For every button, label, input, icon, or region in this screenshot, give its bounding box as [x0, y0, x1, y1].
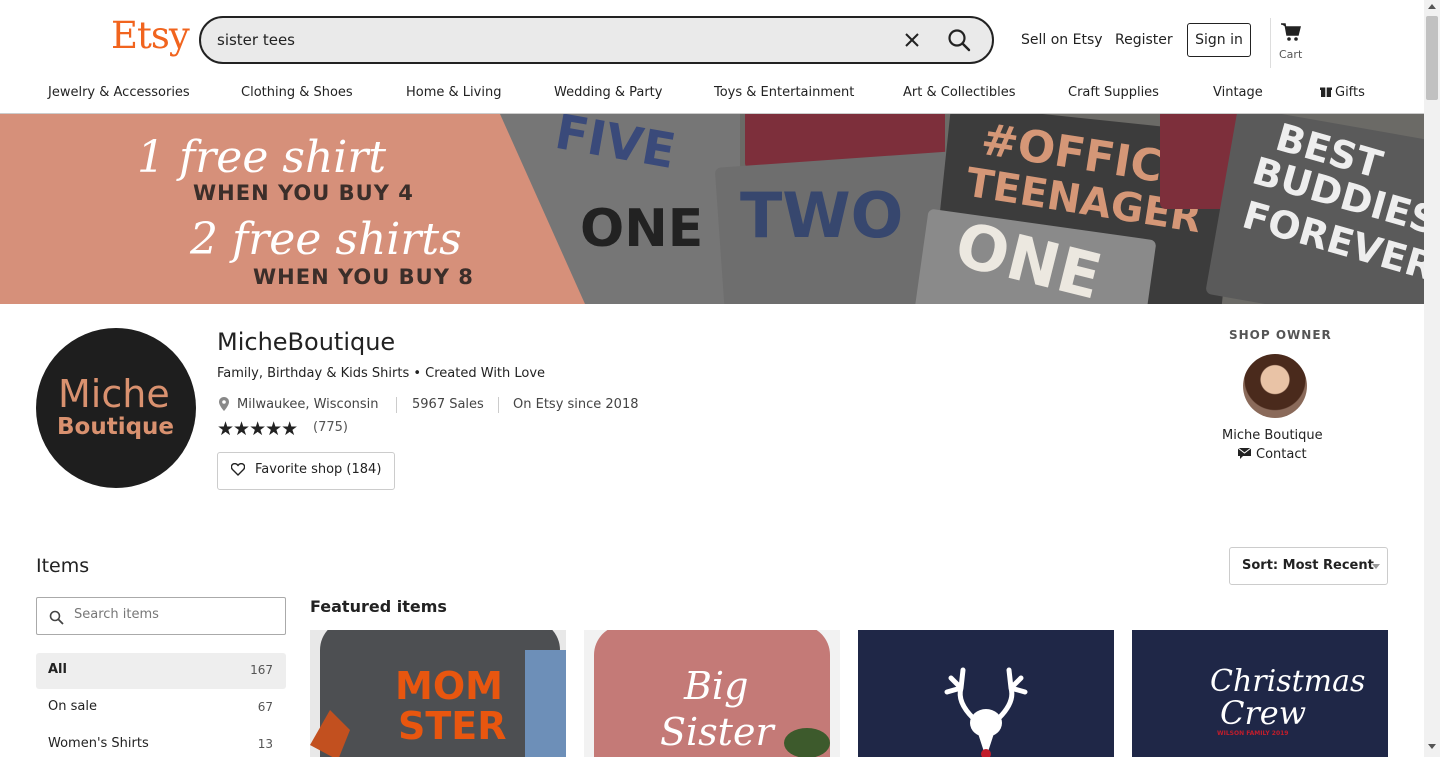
- shop-tagline: Family, Birthday & Kids Shirts • Created…: [217, 366, 546, 381]
- plant-decoration: [784, 728, 830, 757]
- cart-icon: [1281, 23, 1301, 41]
- promo-subline-1: WHEN YOU BUY 4: [193, 181, 414, 205]
- scroll-thumb[interactable]: [1426, 16, 1438, 100]
- section-name: All: [48, 662, 67, 677]
- featured-item-card[interactable]: [858, 630, 1114, 757]
- category-clothing[interactable]: Clothing & Shoes: [241, 85, 353, 100]
- banner-shirt-text: ONE: [580, 199, 704, 259]
- search-items-field: [36, 597, 286, 635]
- shop-location: Milwaukee, Wisconsin: [237, 397, 379, 412]
- item-text-2: STER: [398, 704, 507, 748]
- owner-avatar[interactable]: [1243, 354, 1307, 418]
- item-text-3: WILSON FAMILY 2019: [1217, 730, 1289, 737]
- search-icon[interactable]: [946, 27, 972, 53]
- review-count[interactable]: (775): [313, 420, 348, 435]
- featured-item-card[interactable]: Big Sister: [584, 630, 840, 757]
- category-craft[interactable]: Craft Supplies: [1068, 85, 1159, 100]
- sell-on-etsy-link[interactable]: Sell on Etsy: [1021, 32, 1103, 48]
- promo-subline-2: WHEN YOU BUY 8: [253, 265, 474, 289]
- sort-label: Sort: Most Recent: [1242, 558, 1374, 573]
- promo-headline-2: 2 free shirts: [190, 214, 462, 265]
- search-bar: [199, 16, 994, 64]
- search-items-input[interactable]: [74, 607, 274, 622]
- clear-search-icon[interactable]: [901, 29, 923, 51]
- promo-headline-1: 1 free shirt: [137, 132, 387, 183]
- category-art[interactable]: Art & Collectibles: [903, 85, 1015, 100]
- category-nav: Jewelry & Accessories Clothing & Shoes H…: [0, 80, 1424, 114]
- featured-item-card[interactable]: MOM STER: [310, 630, 566, 757]
- section-womens-shirts[interactable]: Women's Shirts 13: [36, 727, 286, 757]
- owner-name[interactable]: Miche Boutique: [1222, 428, 1323, 443]
- category-gifts[interactable]: Gifts: [1320, 85, 1365, 100]
- etsy-logo[interactable]: Etsy: [111, 14, 190, 57]
- meta-divider: [396, 397, 397, 413]
- shop-logo-text-1: Miche: [58, 372, 170, 416]
- category-toys[interactable]: Toys & Entertainment: [714, 85, 854, 100]
- section-count: 167: [250, 663, 273, 677]
- sign-in-button[interactable]: Sign in: [1187, 23, 1251, 57]
- reindeer-graphic: [944, 667, 1028, 757]
- featured-items-heading: Featured items: [310, 597, 447, 616]
- search-icon: [49, 610, 64, 625]
- section-all[interactable]: All 167: [36, 653, 286, 689]
- scroll-up-arrow-icon[interactable]: [1428, 4, 1436, 9]
- category-vintage[interactable]: Vintage: [1213, 85, 1263, 100]
- heart-icon: [231, 463, 245, 476]
- favorite-shop-label: Favorite shop (184): [255, 462, 382, 477]
- item-text-1: MOM: [395, 664, 503, 708]
- location-pin-icon: [219, 397, 229, 411]
- sort-dropdown[interactable]: Sort: Most Recent: [1229, 547, 1388, 585]
- chevron-down-icon: [1372, 564, 1380, 569]
- banner-shirt-text: TWO: [740, 179, 904, 252]
- gift-icon: [1320, 87, 1332, 97]
- cart-label: Cart: [1279, 48, 1303, 61]
- items-heading: Items: [36, 555, 90, 577]
- contact-owner-link[interactable]: Contact: [1237, 447, 1307, 462]
- header: Etsy Sell on Etsy Register Sign in Cart: [0, 0, 1424, 80]
- search-input[interactable]: [217, 31, 877, 49]
- section-count: 67: [257, 700, 273, 714]
- featured-item-card[interactable]: Christmas Crew WILSON FAMILY 2019: [1132, 630, 1388, 757]
- meta-divider: [498, 397, 499, 413]
- category-home[interactable]: Home & Living: [406, 85, 501, 100]
- cart-button[interactable]: Cart: [1270, 18, 1310, 68]
- item-text-2: Crew: [1220, 694, 1307, 732]
- category-gifts-label: Gifts: [1335, 85, 1365, 100]
- shop-banner: FIVE ONE TWO #OFFICIAL TEENAGER ONE BEST…: [0, 114, 1424, 304]
- category-jewelry[interactable]: Jewelry & Accessories: [48, 85, 190, 100]
- shop-name: MicheBoutique: [217, 328, 396, 356]
- scroll-down-arrow-icon[interactable]: [1428, 744, 1436, 749]
- item-text-1: Big: [684, 664, 749, 708]
- page-scrollbar[interactable]: [1424, 0, 1440, 757]
- rating-stars[interactable]: ★★★★★: [217, 418, 298, 440]
- denim-decoration: [525, 650, 566, 757]
- shop-logo: Miche Boutique: [36, 328, 196, 488]
- shop-since: On Etsy since 2018: [513, 397, 639, 412]
- item-text-2: Sister: [660, 710, 774, 754]
- contact-label: Contact: [1256, 447, 1307, 462]
- category-wedding[interactable]: Wedding & Party: [554, 85, 662, 100]
- section-on-sale[interactable]: On sale 67: [36, 690, 286, 726]
- section-name: On sale: [48, 699, 97, 714]
- envelope-icon: [1237, 447, 1252, 459]
- section-count: 13: [257, 737, 273, 751]
- section-name: Women's Shirts: [48, 736, 149, 751]
- shop-sales[interactable]: 5967 Sales: [412, 397, 484, 412]
- shop-owner-heading: SHOP OWNER: [1229, 328, 1332, 342]
- register-link[interactable]: Register: [1115, 32, 1173, 48]
- shop-logo-text-2: Boutique: [57, 414, 175, 440]
- favorite-shop-button[interactable]: Favorite shop (184): [217, 452, 395, 490]
